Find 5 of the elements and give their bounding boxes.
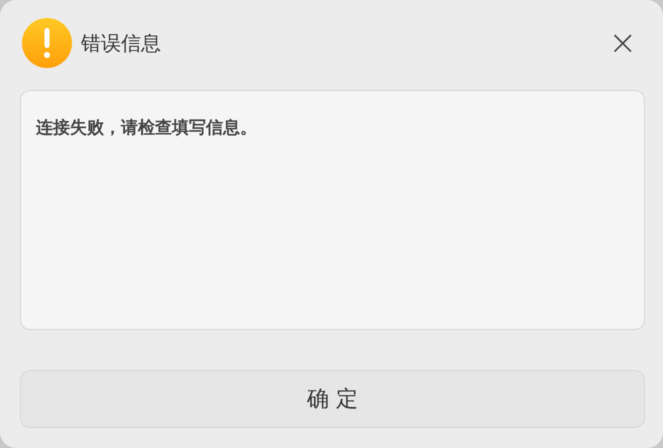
close-button[interactable]: × [600, 26, 645, 60]
ok-button[interactable]: 确 定 [20, 370, 645, 428]
warning-icon [22, 18, 72, 68]
error-message: 连接失败，请检查填写信息。 [36, 118, 257, 138]
dialog-title: 错误信息 [81, 30, 162, 56]
